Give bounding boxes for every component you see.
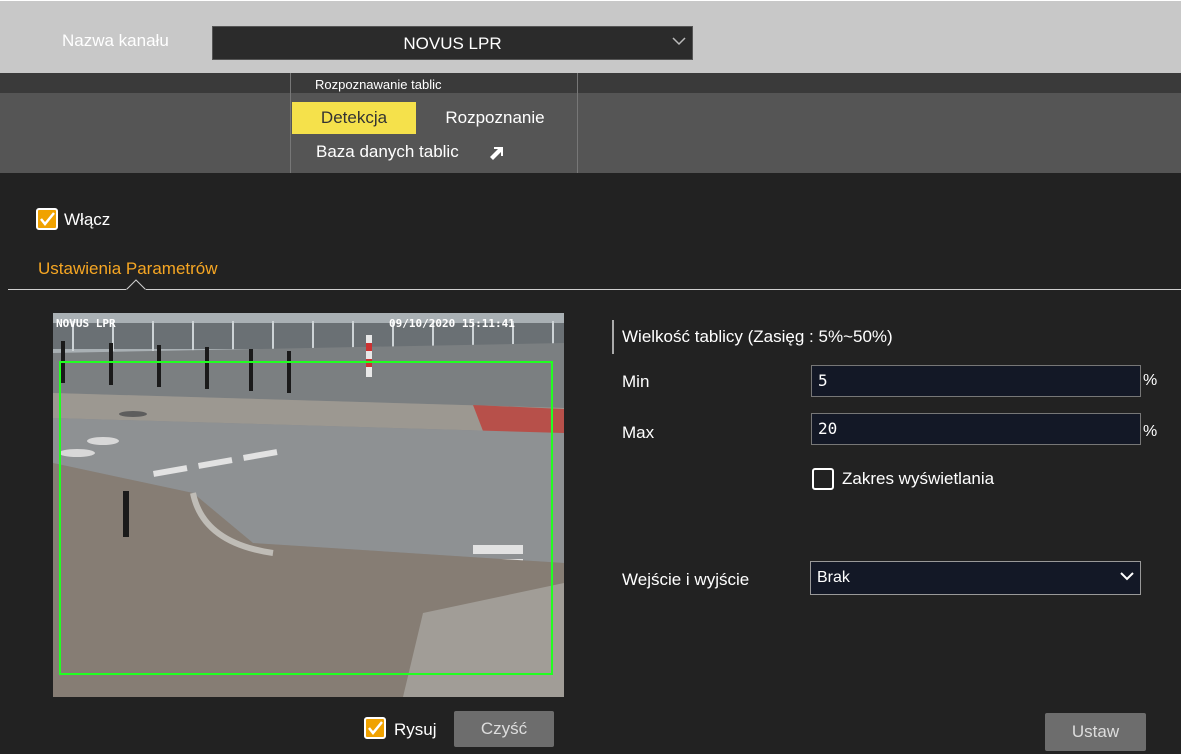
draw-label: Rysuj [394, 720, 437, 739]
chevron-down-icon[interactable] [672, 34, 686, 48]
tab-recognition[interactable]: Rozpoznanie [430, 102, 560, 134]
checkmark-icon [40, 212, 55, 226]
plate-size-title: Wielkość tablicy (Zasięg : 5%~50%) [622, 327, 893, 346]
max-label: Max [622, 423, 655, 442]
external-link-arrow-icon[interactable] [490, 146, 504, 160]
tab-detection[interactable]: Detekcja [292, 102, 416, 134]
submenu-bar [0, 93, 1181, 173]
section-title[interactable]: Ustawienia Parametrów [38, 259, 218, 279]
channel-name-label: Nazwa kanału [62, 31, 169, 50]
video-osd-timestamp: 09/10/2020 15:11:41 [389, 317, 515, 330]
max-input[interactable]: 20 [811, 413, 1141, 445]
enable-checkbox[interactable] [36, 208, 58, 230]
video-osd-channel-name: NOVUS LPR [56, 317, 116, 330]
min-label: Min [622, 372, 650, 391]
set-button[interactable]: Ustaw [1045, 713, 1146, 751]
plate-size-marker [612, 320, 614, 354]
plate-database-link[interactable]: Baza danych tablic [316, 142, 459, 162]
io-select[interactable]: Brak [810, 561, 1141, 595]
max-unit: % [1143, 423, 1158, 440]
display-range-checkbox[interactable] [812, 468, 834, 490]
detection-region[interactable] [59, 361, 553, 675]
checkmark-icon [368, 721, 383, 735]
submenu-header-strip [0, 73, 1181, 93]
camera-preview[interactable]: NOVUS LPR 09/10/2020 15:11:41 [53, 313, 564, 697]
min-input[interactable]: 5 [811, 365, 1141, 397]
min-unit: % [1143, 372, 1158, 389]
lpr-menu-title: Rozpoznawanie tablic [315, 77, 442, 92]
draw-checkbox[interactable] [364, 717, 386, 739]
io-label: Wejście i wyjście [622, 570, 750, 589]
enable-label: Włącz [64, 210, 111, 229]
chevron-down-icon[interactable] [1120, 569, 1134, 583]
channel-select[interactable]: NOVUS LPR [212, 26, 693, 60]
section-divider [8, 289, 1181, 290]
clear-button[interactable]: Czyść [454, 711, 554, 747]
display-range-label: Zakres wyświetlania [842, 469, 995, 488]
section-notch-icon [126, 279, 146, 291]
